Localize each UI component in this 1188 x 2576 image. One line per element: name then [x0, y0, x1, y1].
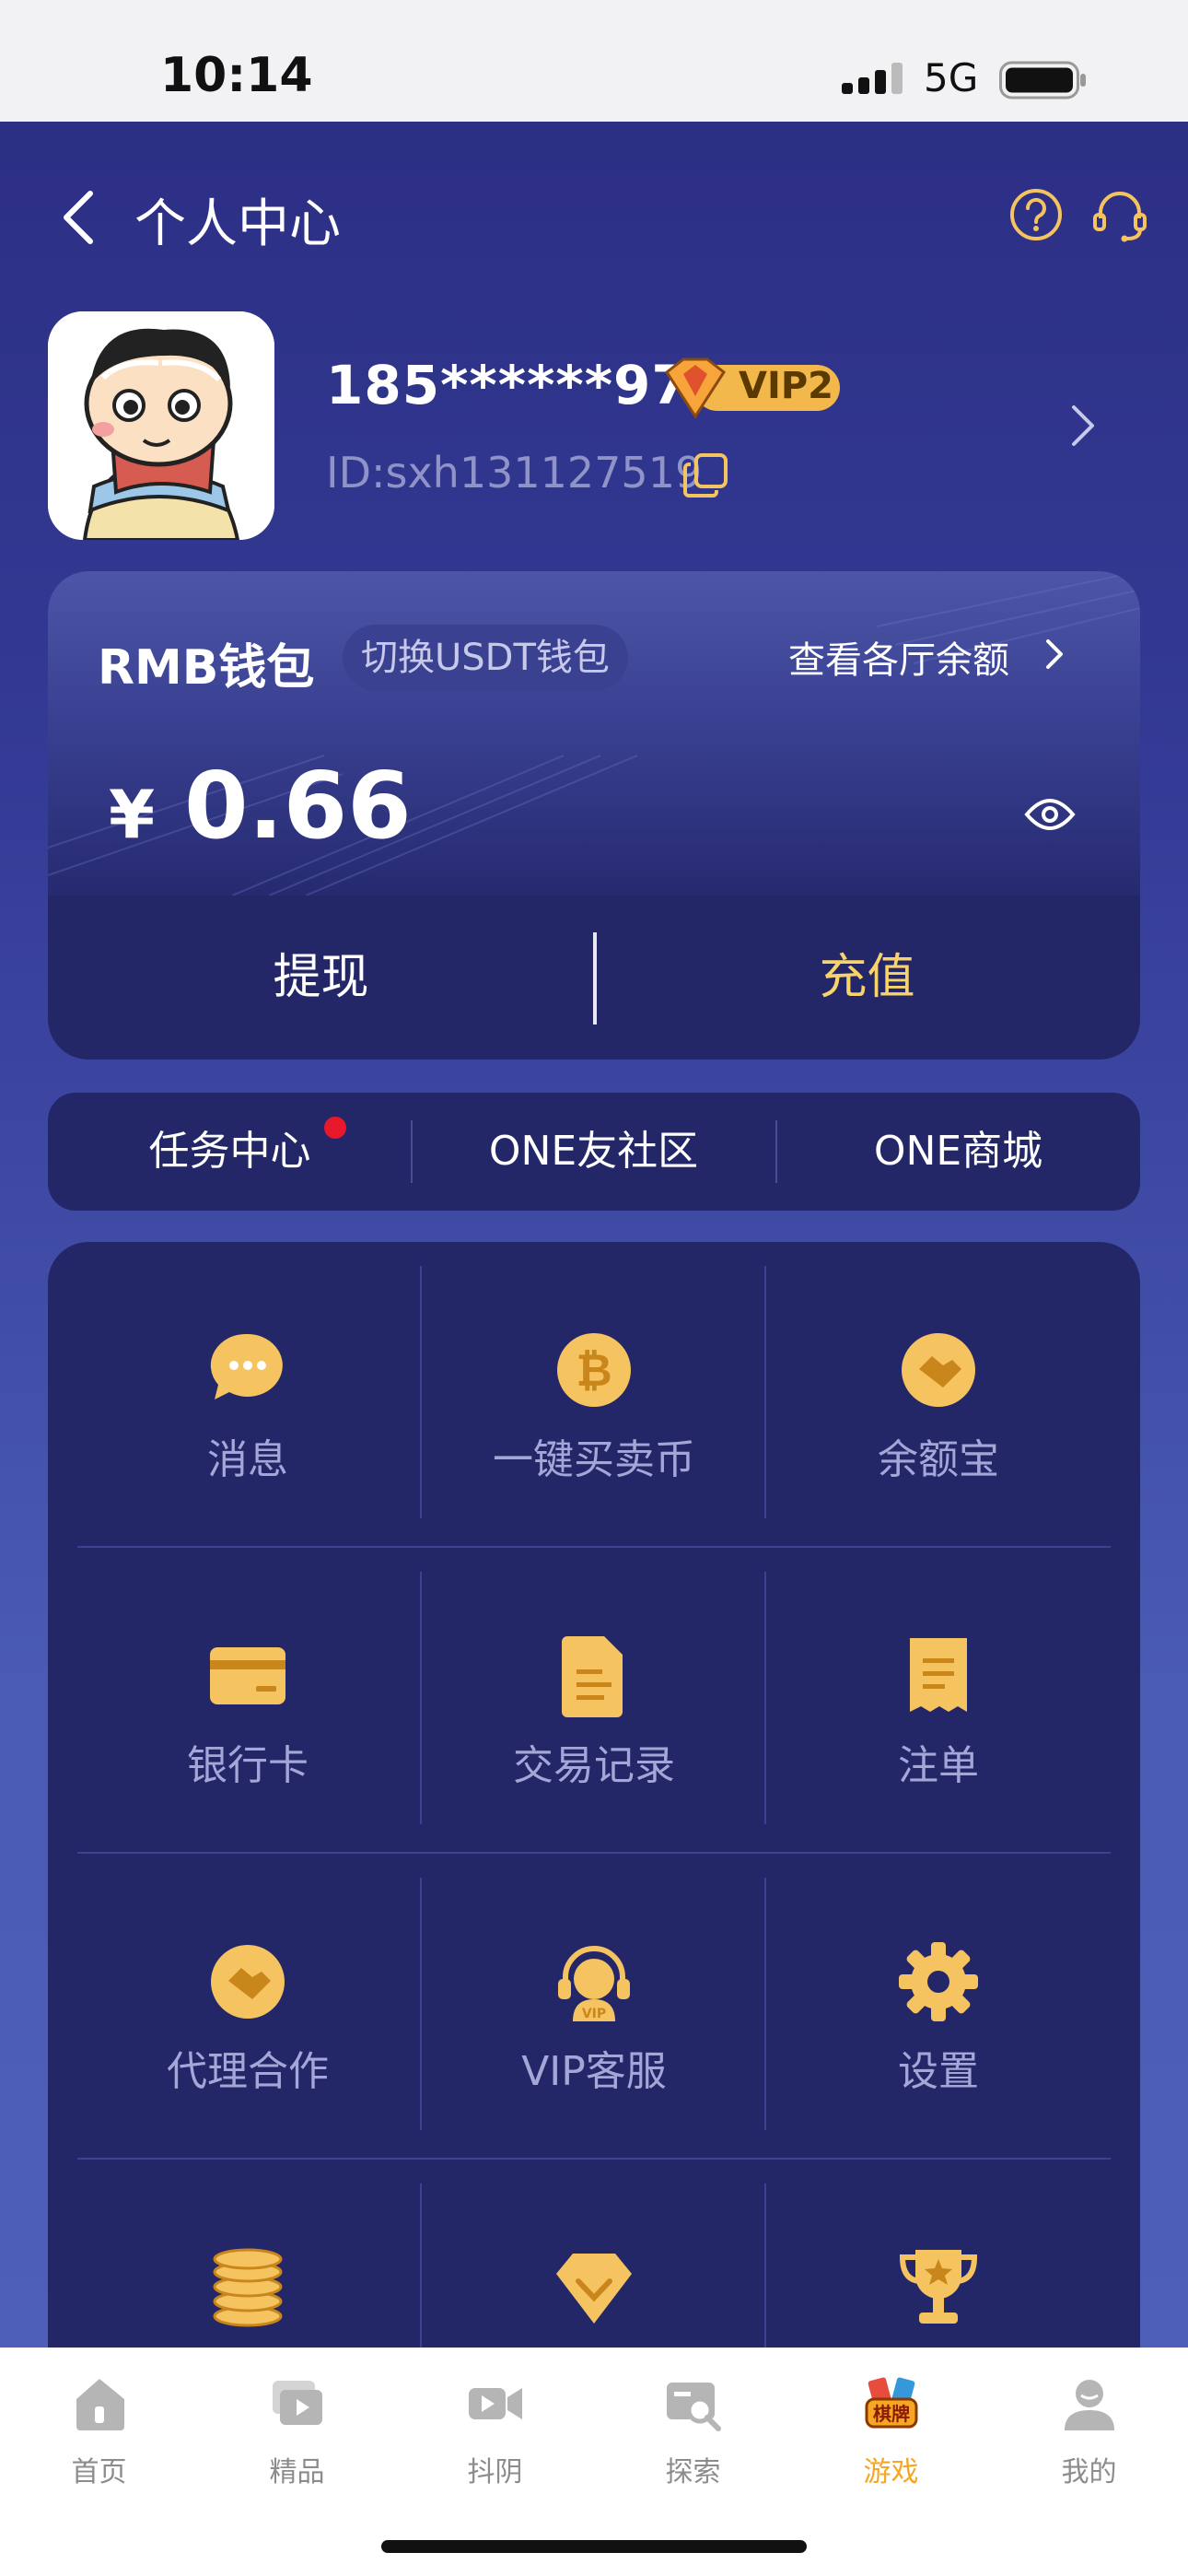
- grid-item-label: 代理合作: [167, 2048, 329, 2095]
- grid-item-balance-treasure[interactable]: 余额宝: [766, 1279, 1111, 1537]
- withdraw-button[interactable]: 提现: [48, 896, 594, 1060]
- back-icon[interactable]: [59, 188, 96, 247]
- grid-item-transaction-records[interactable]: 交易记录: [422, 1585, 766, 1843]
- grid-item-buy-sell-coin[interactable]: ₿ 一键买卖币: [422, 1279, 766, 1537]
- page-title: 个人中心: [134, 194, 341, 254]
- grid-item-label: 注单: [898, 1742, 979, 1789]
- help-icon[interactable]: [1008, 187, 1064, 242]
- video-stack-icon: [273, 2381, 322, 2425]
- svg-text:VIP: VIP: [582, 2007, 606, 2021]
- tab-label: 首页: [71, 2456, 127, 2488]
- notification-dot: [324, 1117, 346, 1139]
- coin-stack-icon: [213, 2248, 283, 2327]
- receipt-icon: [910, 1638, 967, 1712]
- trophy-icon: [899, 2250, 978, 2324]
- tab-label: 我的: [1061, 2456, 1117, 2488]
- user-icon: [1065, 2380, 1114, 2430]
- eye-icon[interactable]: [1024, 796, 1076, 833]
- battery-icon: [999, 61, 1086, 100]
- signal-icon: [842, 63, 903, 94]
- status-time: 10:14: [160, 48, 313, 103]
- grid-item-vip-service[interactable]: VIP VIP客服: [422, 1891, 766, 2149]
- wallet-title: RMB钱包: [98, 640, 315, 696]
- grid-item-bet-slips[interactable]: 注单: [766, 1585, 1111, 1843]
- chess-cards-icon: 棋牌: [865, 2377, 918, 2429]
- user-id: ID:sxh131127519: [326, 448, 703, 498]
- grid-item-label: 设置: [898, 2048, 979, 2095]
- grid-item-settings[interactable]: 设置: [766, 1891, 1111, 2149]
- tab-featured[interactable]: 精品: [198, 2375, 396, 2513]
- chevron-right-icon[interactable]: [1068, 402, 1098, 450]
- explore-icon: [667, 2383, 721, 2431]
- one-mall-link[interactable]: ONE商城: [776, 1093, 1140, 1211]
- switch-usdt-wallet-button[interactable]: 切换USDT钱包: [343, 625, 628, 691]
- vip-badge-label: VIP2: [739, 365, 833, 407]
- diamond-icon: [556, 2254, 632, 2324]
- task-center-link[interactable]: 任务中心: [48, 1093, 412, 1211]
- wallet-balance: 0.66: [184, 752, 412, 860]
- avatar-cartoon-image: [48, 311, 274, 540]
- feature-grid: 消息 ₿ 一键买卖币 余额宝 银行卡 交易记录 注单 代理合作 VIP VIP客…: [48, 1242, 1140, 2440]
- tab-explore[interactable]: 探索: [594, 2375, 792, 2513]
- handshake-coin-icon: [902, 1333, 975, 1407]
- grid-divider: [77, 1852, 1111, 1854]
- bank-card-icon: [210, 1647, 285, 1704]
- grid-divider: [77, 1546, 1111, 1548]
- gear-icon: [899, 1942, 978, 2021]
- chat-bubble-icon: [210, 1333, 283, 1399]
- one-community-link[interactable]: ONE友社区: [412, 1093, 775, 1211]
- home-indicator[interactable]: [381, 2540, 807, 2553]
- grid-divider: [77, 2158, 1111, 2160]
- copy-icon[interactable]: [681, 451, 729, 499]
- network-label: 5G: [924, 55, 979, 100]
- grid-item-label: VIP客服: [521, 2048, 667, 2095]
- avatar[interactable]: [48, 311, 274, 540]
- tab-label: 抖阴: [467, 2456, 523, 2488]
- grid-item-label: 余额宝: [878, 1436, 999, 1483]
- home-icon: [76, 2379, 124, 2430]
- username: 185******97: [326, 354, 690, 416]
- tab-home[interactable]: 首页: [0, 2375, 198, 2513]
- grid-item-label: 消息: [207, 1436, 288, 1483]
- grid-item-agent-partnership[interactable]: 代理合作: [76, 1891, 420, 2149]
- tab-games[interactable]: 棋牌 游戏: [792, 2375, 990, 2513]
- vip-headset-icon: VIP: [558, 1946, 630, 2021]
- grid-item-messages[interactable]: 消息: [76, 1279, 420, 1537]
- tab-douyin[interactable]: 抖阴: [396, 2375, 594, 2513]
- customer-service-icon[interactable]: [1091, 187, 1148, 244]
- chevron-right-icon: [1046, 639, 1063, 669]
- video-camera-icon: [469, 2388, 522, 2419]
- tab-label: 精品: [269, 2456, 325, 2488]
- tab-label: 游戏: [863, 2456, 919, 2488]
- tab-label: 探索: [665, 2456, 721, 2488]
- handshake-coin-icon: [211, 1945, 285, 2019]
- grid-item-label: 银行卡: [187, 1742, 309, 1789]
- grid-item-label: 交易记录: [513, 1742, 675, 1789]
- wallet-card: RMB钱包 切换USDT钱包 查看各厅余额 ¥ 0.66 提现 充值: [48, 571, 1140, 1060]
- grid-item-bank-card[interactable]: 银行卡: [76, 1585, 420, 1843]
- document-icon: [562, 1636, 623, 1717]
- recharge-button[interactable]: 充值: [594, 896, 1140, 1060]
- svg-text:₿: ₿: [576, 1345, 611, 1397]
- svg-text:棋牌: 棋牌: [873, 2403, 910, 2425]
- quick-links-bar: 任务中心 ONE友社区 ONE商城: [48, 1093, 1140, 1211]
- tab-mine[interactable]: 我的: [990, 2375, 1188, 2513]
- grid-item-label: 一键买卖币: [493, 1436, 695, 1483]
- view-hall-balances-link[interactable]: 查看各厅余额: [788, 630, 1009, 684]
- currency-symbol: ¥: [109, 776, 156, 853]
- bitcoin-icon: ₿: [557, 1333, 631, 1407]
